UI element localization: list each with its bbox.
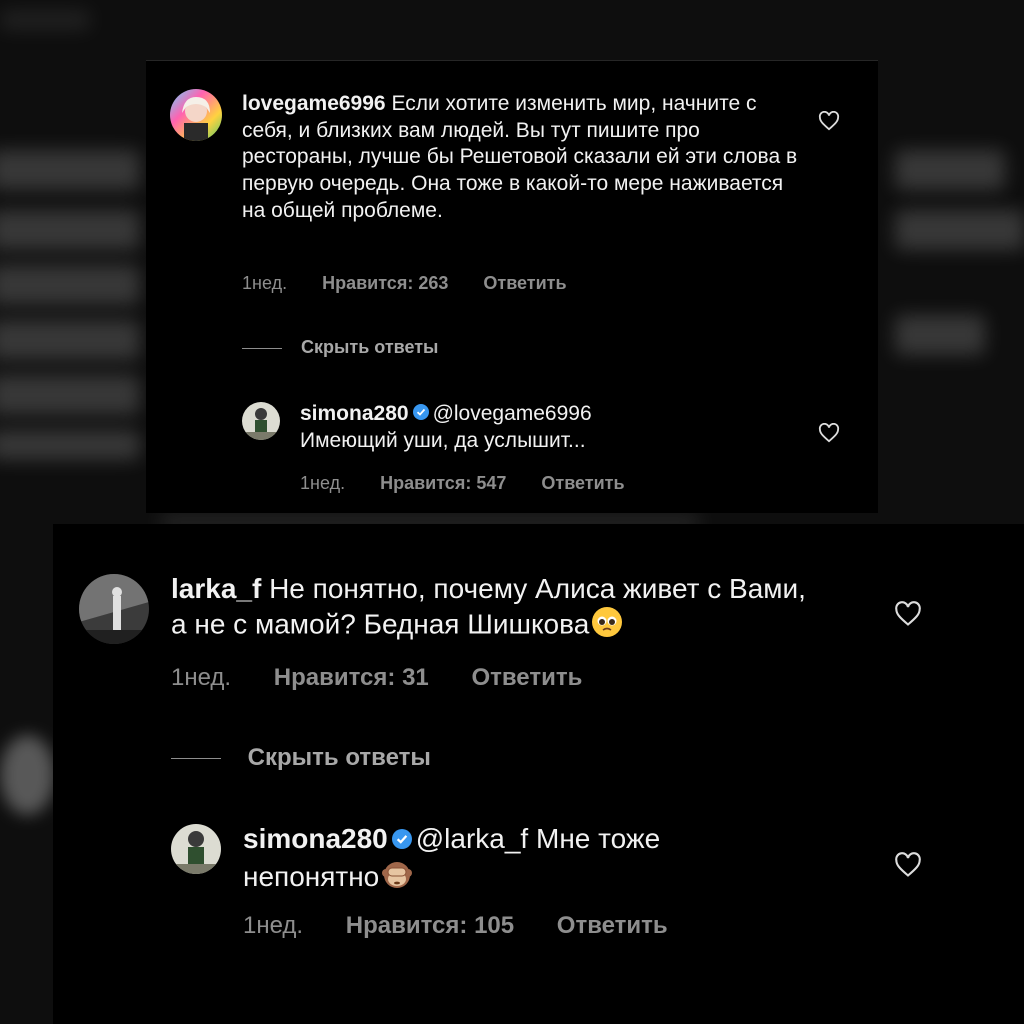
reply-username[interactable]: simona280 bbox=[243, 823, 388, 854]
avatar[interactable] bbox=[171, 824, 221, 874]
hide-replies-button[interactable]: Скрыть ответы bbox=[242, 337, 438, 358]
comment-time: 1нед. bbox=[242, 273, 288, 293]
comment-time: 1нед. bbox=[171, 664, 232, 691]
comment-username[interactable]: larka_f bbox=[171, 573, 261, 604]
verified-badge-icon bbox=[412, 401, 429, 428]
reply-body: Имеющий уши, да услышит... bbox=[300, 428, 586, 452]
pleading-face-icon bbox=[591, 606, 623, 646]
reply-button[interactable]: Ответить bbox=[541, 473, 624, 494]
comment-meta: 1нед. Нравится: 263 Ответить bbox=[242, 273, 567, 294]
reply-meta: 1нед. Нравится: 547 Ответить bbox=[300, 473, 625, 494]
reply-text: simona280 @larka_f Мне тоже непонятно bbox=[243, 822, 803, 899]
divider-line bbox=[171, 758, 221, 760]
comment-username[interactable]: lovegame6996 bbox=[242, 92, 386, 115]
reply-button[interactable]: Ответить bbox=[483, 273, 566, 294]
comment-panel-top: lovegame6996 Если хотите изменить мир, н… bbox=[146, 60, 878, 513]
reply-time: 1нед. bbox=[300, 473, 346, 493]
hide-replies-button[interactable]: Скрыть ответы bbox=[171, 744, 431, 772]
verified-badge-icon bbox=[391, 823, 412, 858]
reply-button[interactable]: Ответить bbox=[557, 912, 668, 940]
like-heart-icon[interactable] bbox=[818, 110, 840, 136]
comment-meta: 1нед. Нравится: 31 Ответить bbox=[171, 664, 582, 692]
like-count[interactable]: Нравится: 105 bbox=[346, 912, 514, 940]
see-no-evil-monkey-icon bbox=[381, 858, 413, 899]
reply-username[interactable]: simona280 bbox=[300, 402, 409, 425]
reply-button[interactable]: Ответить bbox=[471, 664, 582, 692]
comment-text: lovegame6996 Если хотите изменить мир, н… bbox=[242, 91, 802, 224]
like-heart-icon[interactable] bbox=[818, 422, 840, 448]
avatar[interactable] bbox=[170, 89, 222, 141]
avatar[interactable] bbox=[242, 402, 280, 440]
divider-line bbox=[242, 347, 282, 349]
like-count[interactable]: Нравится: 263 bbox=[322, 273, 448, 294]
comment-text: larka_f Не понятно, почему Алиса живет с… bbox=[171, 572, 821, 646]
like-count[interactable]: Нравится: 31 bbox=[274, 664, 429, 692]
reply-mention[interactable]: @lovegame6996 bbox=[433, 402, 592, 425]
like-heart-icon[interactable] bbox=[894, 852, 922, 883]
comment-body: Не понятно, почему Алиса живет с Вами, а… bbox=[171, 573, 806, 640]
reply-meta: 1нед. Нравится: 105 Ответить bbox=[243, 912, 668, 940]
comment-panel-bottom: larka_f Не понятно, почему Алиса живет с… bbox=[53, 524, 1024, 1024]
like-heart-icon[interactable] bbox=[894, 601, 922, 632]
hide-replies-label: Скрыть ответы bbox=[301, 337, 439, 357]
reply-mention[interactable]: @larka_f bbox=[416, 823, 528, 854]
like-count[interactable]: Нравится: 547 bbox=[380, 473, 506, 494]
avatar[interactable] bbox=[79, 574, 149, 644]
reply-text: simona280 @lovegame6996 Имеющий уши, да у… bbox=[300, 401, 780, 454]
hide-replies-label: Скрыть ответы bbox=[247, 744, 431, 771]
reply-time: 1нед. bbox=[243, 912, 304, 939]
